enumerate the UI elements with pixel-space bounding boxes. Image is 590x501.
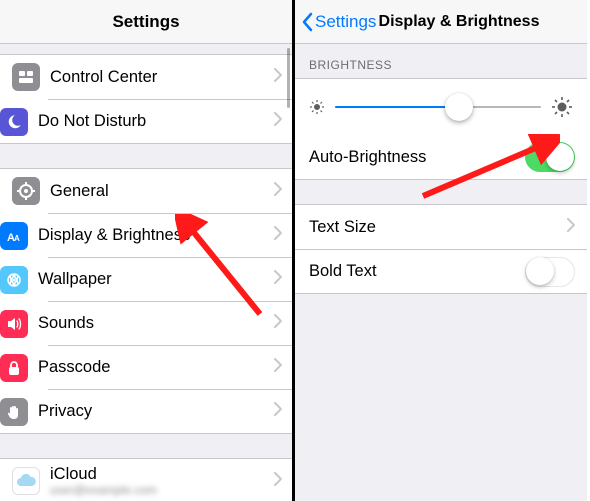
moon-icon bbox=[0, 108, 28, 136]
row-do-not-disturb[interactable]: Do Not Disturb bbox=[48, 99, 292, 143]
row-label: Wallpaper bbox=[38, 270, 274, 289]
chevron-right-icon bbox=[274, 402, 282, 421]
gear-icon bbox=[12, 177, 40, 205]
chevron-left-icon bbox=[301, 12, 313, 32]
text-size-icon: AA bbox=[0, 222, 28, 250]
wallpaper-icon bbox=[0, 266, 28, 294]
chevron-right-icon bbox=[274, 472, 282, 491]
header: Settings Display & Brightness bbox=[295, 0, 587, 44]
chevron-right-icon bbox=[274, 68, 282, 87]
row-label: Privacy bbox=[38, 402, 274, 421]
brightness-content: BRIGHTNESS Auto-Brightness bbox=[295, 44, 587, 501]
hand-icon bbox=[0, 398, 28, 426]
row-sounds[interactable]: Sounds bbox=[48, 301, 292, 345]
row-privacy[interactable]: Privacy bbox=[48, 389, 292, 433]
auto-brightness-toggle[interactable] bbox=[525, 142, 575, 172]
speaker-icon bbox=[0, 310, 28, 338]
row-wallpaper[interactable]: Wallpaper bbox=[48, 257, 292, 301]
row-passcode[interactable]: Passcode bbox=[48, 345, 292, 389]
row-label: Do Not Disturb bbox=[38, 112, 274, 131]
row-auto-brightness: Auto-Brightness bbox=[295, 135, 587, 179]
row-icloud[interactable]: iCloud user@example.com bbox=[0, 459, 292, 501]
chevron-right-icon bbox=[274, 226, 282, 245]
scrollbar[interactable] bbox=[287, 48, 290, 108]
chevron-right-icon bbox=[274, 270, 282, 289]
brightness-slider-row bbox=[295, 79, 587, 135]
row-label: Display & Brightness bbox=[38, 226, 274, 245]
sun-large-icon bbox=[551, 96, 573, 118]
row-bold-text: Bold Text bbox=[295, 249, 587, 293]
chevron-right-icon bbox=[274, 358, 282, 377]
section-label-brightness: BRIGHTNESS bbox=[295, 44, 587, 78]
brightness-slider[interactable] bbox=[335, 106, 541, 108]
back-label: Settings bbox=[315, 12, 376, 32]
row-control-center[interactable]: Control Center bbox=[0, 55, 292, 99]
brightness-group: Auto-Brightness bbox=[295, 78, 587, 180]
page-title: Display & Brightness bbox=[379, 13, 540, 31]
settings-group-2: General AA Display & Brightness Wallpape… bbox=[0, 168, 292, 434]
settings-group-3: iCloud user@example.com A iTunes & App S… bbox=[0, 458, 292, 501]
row-label: iCloud bbox=[50, 465, 274, 483]
back-button[interactable]: Settings bbox=[301, 12, 376, 32]
row-label: General bbox=[50, 182, 274, 201]
cloud-icon bbox=[12, 467, 40, 495]
settings-pane: Settings Control Center Do Not Disturb bbox=[0, 0, 295, 501]
text-group: Text Size Bold Text bbox=[295, 204, 587, 294]
slider-thumb[interactable] bbox=[445, 93, 473, 121]
row-label: Auto-Brightness bbox=[309, 148, 525, 167]
svg-text:A: A bbox=[14, 234, 20, 243]
row-label: Control Center bbox=[50, 68, 274, 87]
chevron-right-icon bbox=[274, 314, 282, 333]
row-display-brightness[interactable]: AA Display & Brightness bbox=[48, 213, 292, 257]
sun-small-icon bbox=[309, 99, 325, 115]
chevron-right-icon bbox=[274, 182, 282, 201]
row-text-size[interactable]: Text Size bbox=[295, 205, 587, 249]
icloud-account: user@example.com bbox=[50, 483, 274, 497]
row-label: Text Size bbox=[309, 218, 567, 237]
row-general[interactable]: General bbox=[0, 169, 292, 213]
chevron-right-icon bbox=[567, 218, 575, 237]
bold-text-toggle[interactable] bbox=[525, 257, 575, 287]
settings-list[interactable]: Control Center Do Not Disturb bbox=[0, 44, 292, 501]
settings-group-1: Control Center Do Not Disturb bbox=[0, 54, 292, 144]
row-label: Sounds bbox=[38, 314, 274, 333]
page-title: Settings bbox=[112, 12, 179, 32]
chevron-right-icon bbox=[274, 112, 282, 131]
control-center-icon bbox=[12, 63, 40, 91]
row-label: Passcode bbox=[38, 358, 274, 377]
lock-icon bbox=[0, 354, 28, 382]
header: Settings bbox=[0, 0, 292, 44]
display-brightness-pane: Settings Display & Brightness BRIGHTNESS bbox=[295, 0, 587, 501]
row-label: Bold Text bbox=[309, 262, 525, 281]
